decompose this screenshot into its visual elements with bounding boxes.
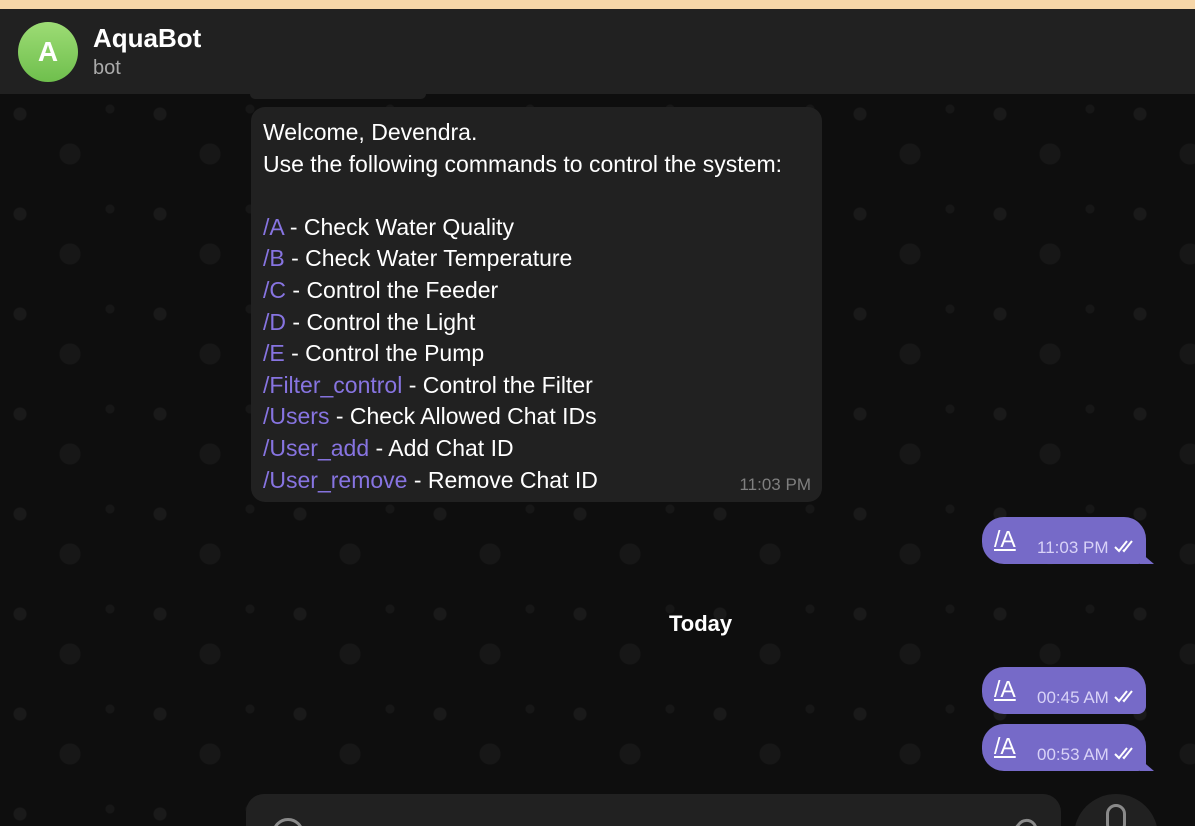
command-desc: - Check Allowed Chat IDs [329, 403, 597, 430]
command-line: /E - Control the Pump [263, 338, 810, 370]
smile-icon[interactable] [272, 818, 304, 826]
command-link-user-remove[interactable]: /User_remove [263, 467, 407, 493]
window-top-strip [0, 0, 1195, 9]
command-line: /D - Control the Light [263, 307, 810, 339]
command-line: /C - Control the Feeder [263, 275, 810, 307]
voice-record-button[interactable] [1074, 794, 1158, 826]
message-composer[interactable] [246, 794, 1061, 826]
command-link-filter-control[interactable]: /Filter_control [263, 372, 402, 398]
outgoing-command-link[interactable]: /A [994, 733, 1016, 760]
avatar[interactable]: A [18, 22, 78, 82]
command-desc: - Check Water Quality [283, 213, 514, 240]
bot-message-bubble[interactable]: Welcome, Devendra. Use the following com… [251, 107, 822, 502]
command-line: /Filter_control - Control the Filter [263, 370, 810, 402]
command-line: /User_add - Add Chat ID [263, 433, 810, 465]
outgoing-message-bubble[interactable]: /A 00:45 AM [982, 667, 1146, 714]
command-line: /Users - Check Allowed Chat IDs [263, 401, 810, 433]
bubble-tail [1140, 759, 1154, 771]
message-time: 00:45 AM [1037, 688, 1109, 707]
command-desc: - Control the Pump [284, 340, 485, 367]
command-link-d[interactable]: /D [263, 309, 286, 335]
greeting-line: Welcome, Devendra. [263, 119, 478, 145]
message-list[interactable]: Welcome, Devendra. Use the following com… [0, 94, 1195, 826]
message-time: 11:03 PM [1037, 538, 1109, 557]
message-time: 11:03 PM [739, 475, 811, 494]
command-link-b[interactable]: /B [263, 245, 285, 271]
chat-header[interactable]: A AquaBot bot [0, 9, 1195, 94]
command-desc: - Remove Chat ID [407, 466, 598, 493]
command-desc: - Add Chat ID [369, 434, 514, 461]
date-separator: Today [669, 611, 733, 636]
message-time: 00:53 AM [1037, 745, 1109, 764]
outgoing-message-bubble[interactable]: /A 00:53 AM [982, 724, 1154, 771]
command-link-e[interactable]: /E [263, 340, 285, 366]
command-link-users[interactable]: /Users [263, 403, 329, 429]
instruction-line: Use the following commands to control th… [263, 150, 783, 177]
double-check-icon [1114, 747, 1133, 760]
double-check-icon [1114, 540, 1133, 553]
command-link-c[interactable]: /C [263, 277, 286, 303]
bubble-tail [1140, 552, 1154, 564]
outgoing-command-link[interactable]: /A [994, 676, 1016, 703]
command-desc: - Control the Filter [402, 371, 593, 398]
outgoing-command-link[interactable]: /A [994, 526, 1016, 553]
bot-message-text: Welcome, Devendra. Use the following com… [263, 117, 810, 496]
command-desc: - Control the Light [286, 308, 476, 335]
command-link-a[interactable]: /A [263, 214, 283, 240]
microphone-icon [1106, 804, 1126, 826]
command-line: /A - Check Water Quality [263, 212, 810, 244]
command-line: /B - Check Water Temperature [263, 243, 810, 275]
command-desc: - Check Water Temperature [284, 245, 573, 272]
chat-title: AquaBot [93, 23, 202, 53]
command-desc: - Control the Feeder [286, 276, 499, 303]
command-line: /User_remove - Remove Chat ID [263, 465, 810, 497]
outgoing-message-bubble[interactable]: /A 11:03 PM [982, 517, 1154, 564]
paperclip-icon[interactable] [1005, 814, 1043, 826]
previous-message-edge [250, 94, 426, 99]
command-link-user-add[interactable]: /User_add [263, 435, 369, 461]
double-check-icon [1114, 690, 1133, 703]
chat-status: bot [93, 57, 121, 79]
